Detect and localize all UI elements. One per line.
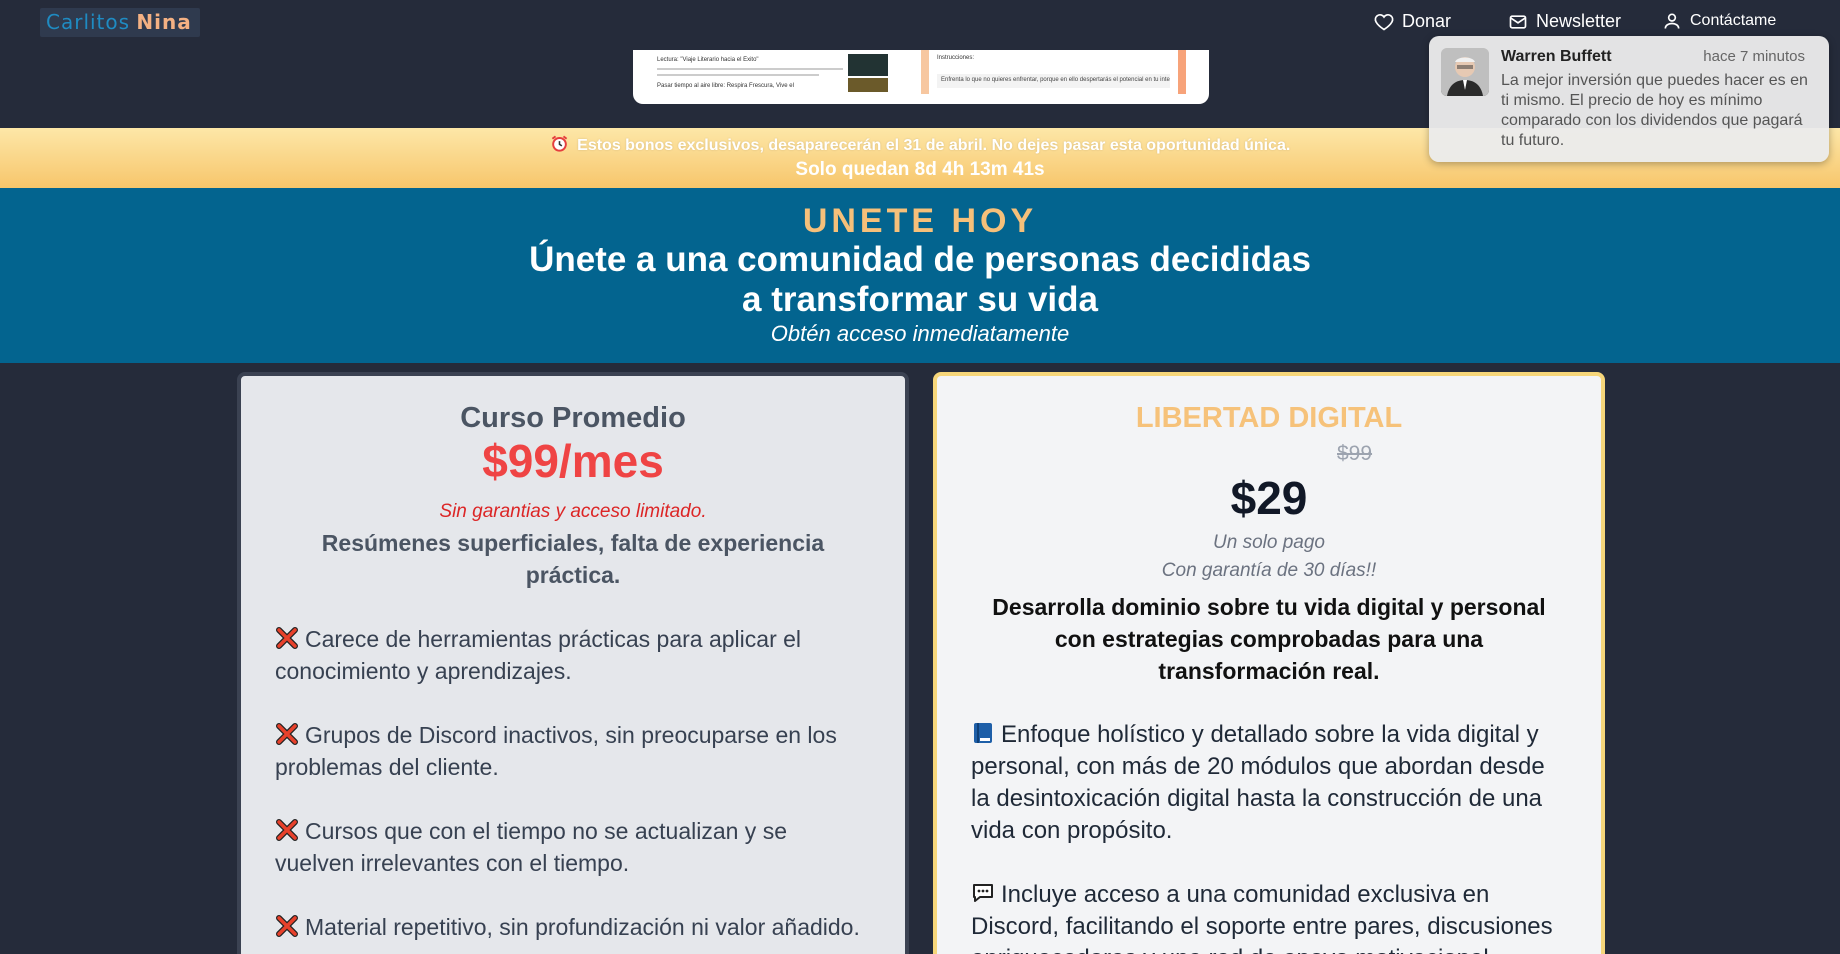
cross-mark-icon — [276, 723, 298, 745]
card-basic-feature-text: Material repetitivo, sin profundización … — [305, 914, 860, 940]
card-premium-title: LIBERTAD DIGITAL — [1135, 402, 1403, 434]
card-premium-note-guarantee: Con garantía de 30 días!! — [1161, 560, 1377, 581]
cross-mark-icon — [276, 915, 298, 937]
card-premium-old-price: $99 — [1337, 442, 1373, 465]
card-premium-feature-text: Enfoque holístico y detallado sobre la v… — [971, 721, 1545, 844]
card-basic-lead: Resúmenes superficiales, falta de experi… — [321, 530, 825, 588]
join-section: UNETE HOY Únete a una comunidad de perso… — [0, 188, 1840, 363]
mail-icon — [1509, 14, 1527, 29]
card-premium-feature-text: Incluye acceso a una comunidad exclusiva… — [971, 881, 1553, 954]
cross-mark-icon — [276, 627, 298, 649]
notification-sender: Warren Buffett — [1501, 48, 1612, 65]
preview-right-column: Instrucciones: Enfrenta lo que no quiere… — [921, 50, 1186, 94]
card-basic-feature-text: Cursos que con el tiempo no se actualiza… — [275, 818, 787, 876]
promo-countdown: Solo quedan 8d 4h 13m 41s — [795, 159, 1045, 180]
speech-bubble-icon — [973, 884, 993, 902]
card-basic-feature: Material repetitivo, sin profundización … — [275, 911, 871, 943]
card-premium-feature: Incluye acceso a una comunidad exclusiva… — [971, 879, 1567, 954]
nav-contact-link[interactable]: Contáctame — [1662, 11, 1776, 31]
card-basic-title: Curso Promedio — [460, 402, 686, 434]
nav-newsletter-label: Newsletter — [1536, 11, 1622, 31]
preview-thumbnail — [848, 78, 888, 92]
preview-thumbnail — [848, 54, 888, 76]
notification-time: hace 7 minutos — [1703, 48, 1805, 65]
card-premium-note-payment: Un solo pago — [1213, 532, 1325, 553]
pricing-card-premium: LIBERTAD DIGITAL $99 $29 Un solo pago Co… — [933, 372, 1605, 954]
book-icon — [974, 723, 992, 743]
preview-text-line — [657, 68, 843, 70]
join-kicker: UNETE HOY — [802, 202, 1038, 240]
card-basic-feature: Grupos de Discord inactivos, sin preocup… — [275, 719, 871, 783]
card-premium-feature: Enfoque holístico y detallado sobre la v… — [971, 719, 1567, 847]
site-logo[interactable]: Carlitos Nina — [40, 8, 200, 37]
pricing-card-basic: Curso Promedio $99/mes Sin garantias y a… — [237, 372, 909, 954]
logo-text-second: Nina — [136, 10, 192, 34]
logo-text-first: Carlitos — [46, 10, 131, 34]
join-subtitle: Obtén acceso inmediatamente — [770, 321, 1070, 346]
nav-donate-link[interactable]: Donar — [1374, 11, 1451, 32]
card-basic-feature-text: Carece de herramientas prácticas para ap… — [275, 626, 802, 684]
preview-text-line — [657, 74, 820, 76]
social-proof-notification[interactable]: Warren Buffett hace 7 minutos La mejor i… — [1429, 36, 1829, 162]
heart-icon — [1374, 13, 1394, 30]
card-premium-price: $29 — [1230, 472, 1308, 524]
nav-contact-label: Contáctame — [1690, 12, 1777, 29]
person-photo-icon — [1441, 48, 1489, 96]
preview-right-text: Enfrenta lo que no quieres enfrentar, po… — [937, 74, 1170, 88]
card-basic-feature: Cursos que con el tiempo no se actualiza… — [275, 815, 871, 879]
card-premium-lead: Desarrolla dominio sobre tu vida digital… — [992, 594, 1546, 684]
promo-message: Estos bonos exclusivos, desaparecerán el… — [577, 137, 1291, 154]
card-basic-feature-text: Grupos de Discord inactivos, sin preocup… — [275, 722, 837, 780]
join-title: Únete a una comunidad de personas decidi… — [529, 240, 1311, 319]
preview-right-title: Instrucciones: — [937, 55, 975, 61]
user-icon — [1664, 13, 1680, 29]
product-preview-image: Lectura: "Viaje Literario hacia el Éxito… — [633, 50, 1209, 104]
card-basic-warning: Sin garantias y acceso limitado. — [439, 501, 707, 522]
nav-newsletter-link[interactable]: Newsletter — [1508, 11, 1621, 32]
card-basic-price: $99/mes — [482, 435, 664, 487]
alarm-clock-icon — [551, 135, 567, 152]
cross-mark-icon — [276, 819, 298, 841]
notification-message: La mejor inversión que puedes hacer es e… — [1501, 72, 1808, 149]
avatar — [1441, 48, 1489, 96]
card-basic-feature: Carece de herramientas prácticas para ap… — [275, 623, 871, 687]
nav-donate-label: Donar — [1402, 11, 1452, 31]
